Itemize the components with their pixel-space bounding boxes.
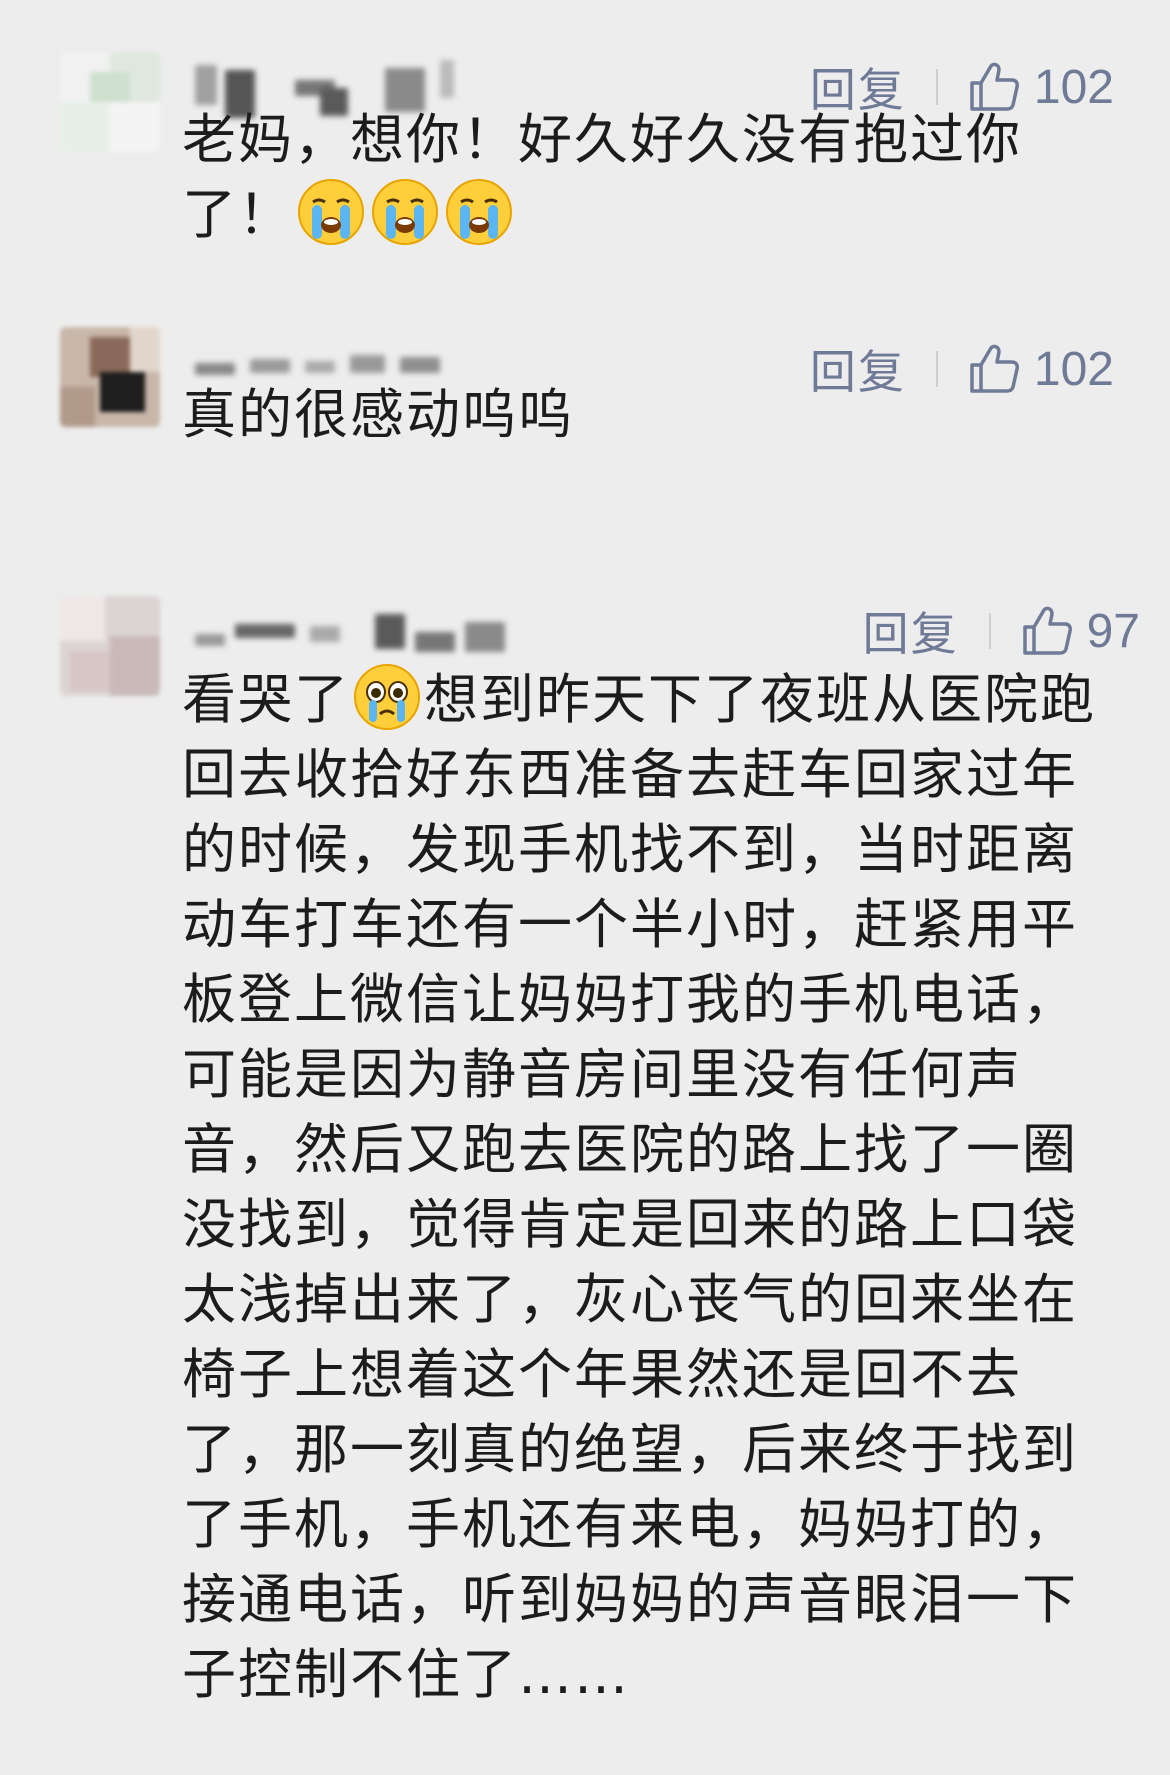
comment-text: 真的很感动呜呜 bbox=[182, 377, 1112, 452]
comment-actions: 回复 97 bbox=[863, 596, 1140, 666]
avatar[interactable] bbox=[60, 52, 160, 152]
reply-button[interactable]: 回复 bbox=[863, 598, 959, 664]
divider bbox=[988, 613, 991, 649]
comment-text-body: 看哭了 bbox=[182, 668, 350, 731]
avatar[interactable] bbox=[60, 327, 160, 427]
username-redacted[interactable] bbox=[185, 604, 605, 664]
crying-face-icon bbox=[370, 177, 440, 247]
crying-face-icon bbox=[296, 177, 366, 247]
thumbs-up-icon[interactable] bbox=[1021, 605, 1073, 657]
comment-text: 看哭了 想到昨天下了夜班从医院跑回去收拾好东西准备去赶车回家过年的时候，发现手机找… bbox=[182, 662, 1112, 1712]
comment-text-body: 真的很感动呜呜 bbox=[182, 383, 574, 446]
comment-text: 老妈，想你！好久好久没有抱过你了！ bbox=[182, 102, 1112, 252]
divider bbox=[935, 69, 938, 105]
comment-text-continued: 想到昨天下了夜班从医院跑回去收拾好东西准备去赶车回家过年的时候，发现手机找不到，… bbox=[182, 668, 1096, 1706]
teary-eyed-face-icon bbox=[352, 662, 422, 732]
crying-face-icon bbox=[444, 177, 514, 247]
avatar[interactable] bbox=[60, 596, 160, 696]
like-count[interactable]: 97 bbox=[1087, 604, 1140, 659]
